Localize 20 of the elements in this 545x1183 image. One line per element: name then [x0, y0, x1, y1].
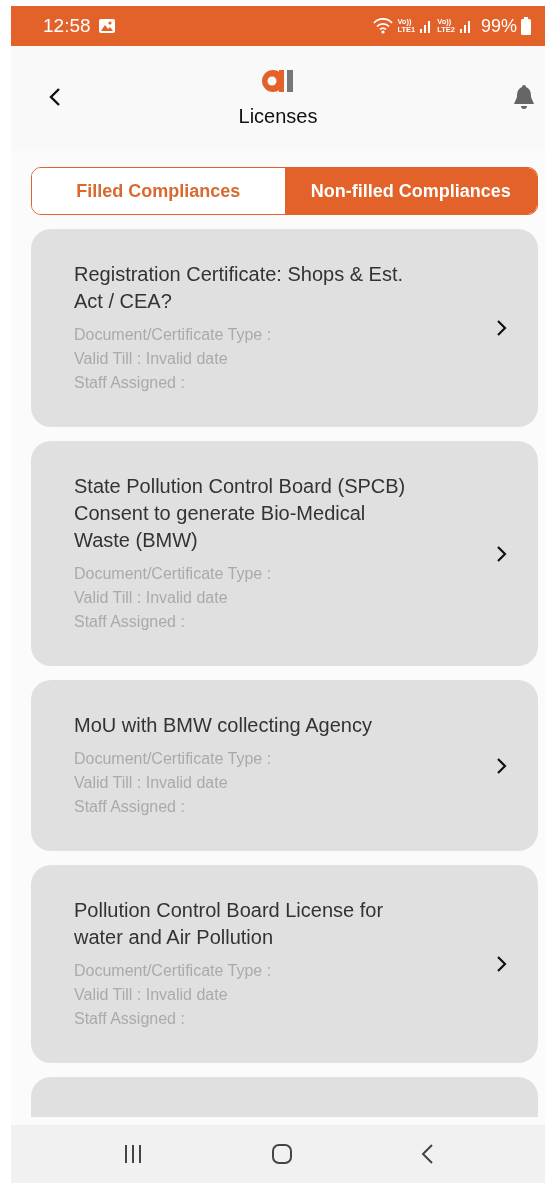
card-title: State Pollution Control Board (SPCB) Consent to generate Bio-Medical Waste (BMW) — [74, 474, 407, 553]
card-title: Pollution Control Board License for water and Air Pollution — [74, 898, 385, 950]
home-icon[interactable] — [271, 1143, 293, 1165]
chevron-right-icon — [496, 955, 508, 973]
chevron-right-icon — [496, 319, 508, 337]
status-time: 12:58 — [43, 13, 91, 38]
signal-icon — [458, 18, 473, 34]
battery-level: 99% — [480, 14, 517, 38]
back-icon[interactable] — [419, 1143, 434, 1165]
battery-icon — [521, 17, 531, 35]
page-title: Licenses — [238, 104, 318, 129]
wifi-icon — [373, 18, 394, 34]
logo-icon — [262, 69, 294, 93]
chevron-right-icon — [496, 756, 508, 775]
back-icon[interactable] — [48, 86, 62, 108]
image-icon — [98, 18, 115, 34]
notification-bell-icon[interactable] — [512, 84, 536, 110]
card-title: Registration Certificate: Shops & Est. Act / CEA? — [74, 262, 405, 314]
chevron-right-icon — [496, 544, 508, 563]
card-title: MoU with BMW collecting Agency — [74, 713, 373, 738]
